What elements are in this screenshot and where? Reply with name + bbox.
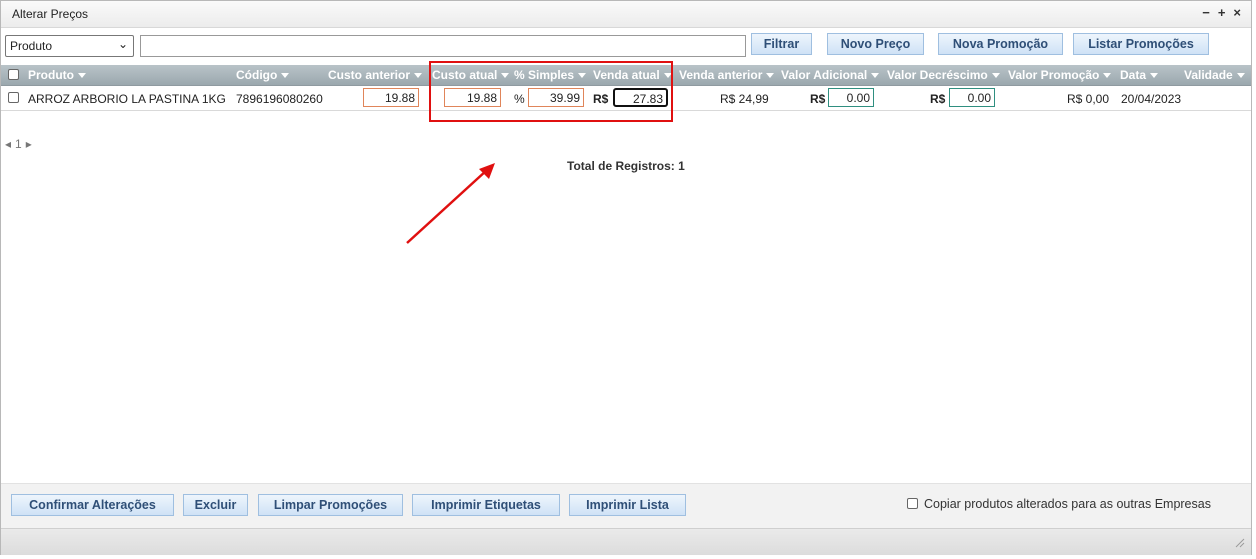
field-select[interactable]: Produto ⌄ (5, 35, 134, 57)
delete-button[interactable]: Excluir (183, 494, 248, 516)
col-header-valor-promocao[interactable]: Valor Promoção (1008, 68, 1112, 82)
sort-caret-icon (78, 73, 86, 79)
row-checkbox[interactable] (8, 92, 19, 103)
print-labels-button[interactable]: Imprimir Etiquetas (412, 494, 560, 516)
col-header-codigo[interactable]: Código (236, 68, 290, 82)
dropdown-arrow-icon: ⌄ (117, 37, 128, 51)
cell-produto: ARROZ ARBORIO LA PASTINA 1KG (28, 92, 226, 106)
copy-products-checkbox[interactable] (907, 498, 918, 509)
valor-decrescimo-currency: R$ (930, 92, 946, 106)
sort-caret-icon (991, 73, 1000, 79)
col-header-valor-adicional[interactable]: Valor Adicional (781, 68, 880, 82)
new-price-button[interactable]: Novo Preço (827, 33, 924, 55)
col-header-validade[interactable]: Validade (1184, 68, 1245, 82)
print-list-button[interactable]: Imprimir Lista (569, 494, 686, 516)
field-select-value: Produto (10, 39, 53, 53)
search-input[interactable] (140, 35, 746, 57)
clear-promotions-button[interactable]: Limpar Promoções (258, 494, 403, 516)
maximize-icon[interactable]: + (1218, 6, 1226, 20)
close-icon[interactable]: × (1233, 6, 1241, 20)
annotation-arrow-icon (406, 163, 495, 244)
filter-button[interactable]: Filtrar (751, 33, 812, 55)
total-records: Total de Registros: 1 (567, 159, 685, 173)
annotation-highlight-box (429, 61, 673, 122)
confirm-changes-button[interactable]: Confirmar Alterações (11, 494, 174, 516)
sort-caret-icon (414, 73, 423, 79)
window-controls: − + × (1202, 6, 1241, 20)
window-title: Alterar Preços (12, 7, 89, 21)
sort-caret-icon (1103, 73, 1112, 79)
cell-valor-promocao: R$ 0,00 (1067, 92, 1110, 106)
status-bar (1, 528, 1251, 555)
page-prev-icon[interactable]: ◂ (5, 137, 11, 151)
sort-caret-icon (871, 73, 880, 79)
list-promotions-button[interactable]: Listar Promoções (1073, 33, 1209, 55)
select-all-checkbox[interactable] (8, 69, 19, 80)
minimize-icon[interactable]: − (1202, 6, 1210, 20)
cell-venda-anterior: R$ 24,99 (720, 92, 769, 106)
col-header-venda-anterior[interactable]: Venda anterior (679, 68, 775, 82)
alterar-precos-window: Alterar Preços − + × Produto ⌄ Filtrar N… (0, 0, 1252, 555)
cell-codigo: 7896196080260 (236, 92, 323, 106)
filter-toolbar: Produto ⌄ Filtrar Novo Preço Nova Promoç… (1, 33, 1251, 61)
pagination: ◂ 1 ▸ (5, 137, 36, 151)
valor-adicional-field[interactable]: 0.00 (828, 88, 874, 107)
col-header-produto[interactable]: Produto (28, 68, 86, 82)
page-number[interactable]: 1 (15, 137, 22, 151)
cell-data: 20/04/2023 (1121, 92, 1182, 106)
page-next-icon[interactable]: ▸ (26, 137, 32, 151)
title-bar[interactable]: Alterar Preços − + × (1, 1, 1251, 28)
col-header-custo-anterior[interactable]: Custo anterior (328, 68, 423, 82)
sort-caret-icon (766, 73, 775, 79)
valor-adicional-currency: R$ (810, 92, 826, 106)
copy-products-label: Copiar produtos alterados para as outras… (924, 497, 1211, 511)
sort-caret-icon (281, 73, 290, 79)
col-header-data[interactable]: Data (1120, 68, 1159, 82)
copy-products-option[interactable]: Copiar produtos alterados para as outras… (907, 497, 1211, 511)
sort-caret-icon (1150, 73, 1159, 79)
custo-anterior-field[interactable]: 19.88 (363, 88, 419, 107)
col-header-valor-decrescimo[interactable]: Valor Decréscimo (887, 68, 1000, 82)
sort-caret-icon (1236, 73, 1245, 79)
valor-decrescimo-field[interactable]: 0.00 (949, 88, 995, 107)
resize-grip-icon[interactable] (1235, 538, 1245, 548)
new-promotion-button[interactable]: Nova Promoção (938, 33, 1063, 55)
